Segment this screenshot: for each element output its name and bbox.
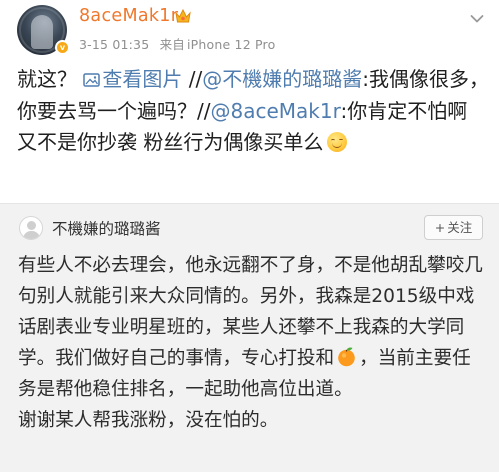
- repost-text-part: 谢谢某人帮我涨粉，没在怕的。: [18, 410, 279, 431]
- follow-button[interactable]: + 关注: [424, 215, 483, 240]
- post-date: 3-15 01:35: [79, 37, 150, 52]
- repost-username[interactable]: 不機嫌的璐璐酱: [52, 217, 161, 239]
- view-image-label: 查看图片: [102, 67, 183, 91]
- source-prefix: 来自: [159, 37, 185, 52]
- crown-icon: [175, 8, 191, 23]
- follow-label: 关注: [447, 220, 473, 235]
- verified-badge-icon: v: [55, 40, 70, 55]
- repost-text: 有些人不必去理会，他永远翻不了身，不是他胡乱攀咬几句别人就能引来大众同情的。另外…: [18, 250, 488, 436]
- post-username[interactable]: 8aceMak1r: [79, 6, 178, 26]
- view-image-link[interactable]: 查看图片: [83, 67, 182, 91]
- post-text-part: 就这？: [17, 67, 84, 91]
- repost-card[interactable]: 不機嫌的璐璐酱 + 关注 有些人不必去理会，他永远翻不了身，不是他胡乱攀咬几句别人…: [0, 204, 499, 472]
- post-text-part: //: [182, 67, 203, 91]
- plus-icon: +: [434, 220, 446, 235]
- mention-link[interactable]: @不機嫌的璐璐酱: [202, 67, 362, 91]
- post-header: v 8aceMak1r 3-15 01:35 来自 iPhone 12 Pro: [0, 0, 499, 62]
- mini-avatar[interactable]: [19, 216, 43, 240]
- orange-emoji: [338, 347, 355, 367]
- source-device: iPhone 12 Pro: [186, 37, 276, 52]
- chevron-down-icon[interactable]: [470, 14, 484, 24]
- mention-link[interactable]: @8aceMak1r: [210, 99, 340, 123]
- post-meta: 3-15 01:35 来自 iPhone 12 Pro: [79, 34, 281, 53]
- post-text: 就这？ 查看图片 //@不機嫌的璐璐酱:我偶像很多，你要去骂一个遍吗？//@8a…: [17, 64, 492, 159]
- smile-emoji: [327, 132, 348, 152]
- image-link-icon: [83, 73, 101, 87]
